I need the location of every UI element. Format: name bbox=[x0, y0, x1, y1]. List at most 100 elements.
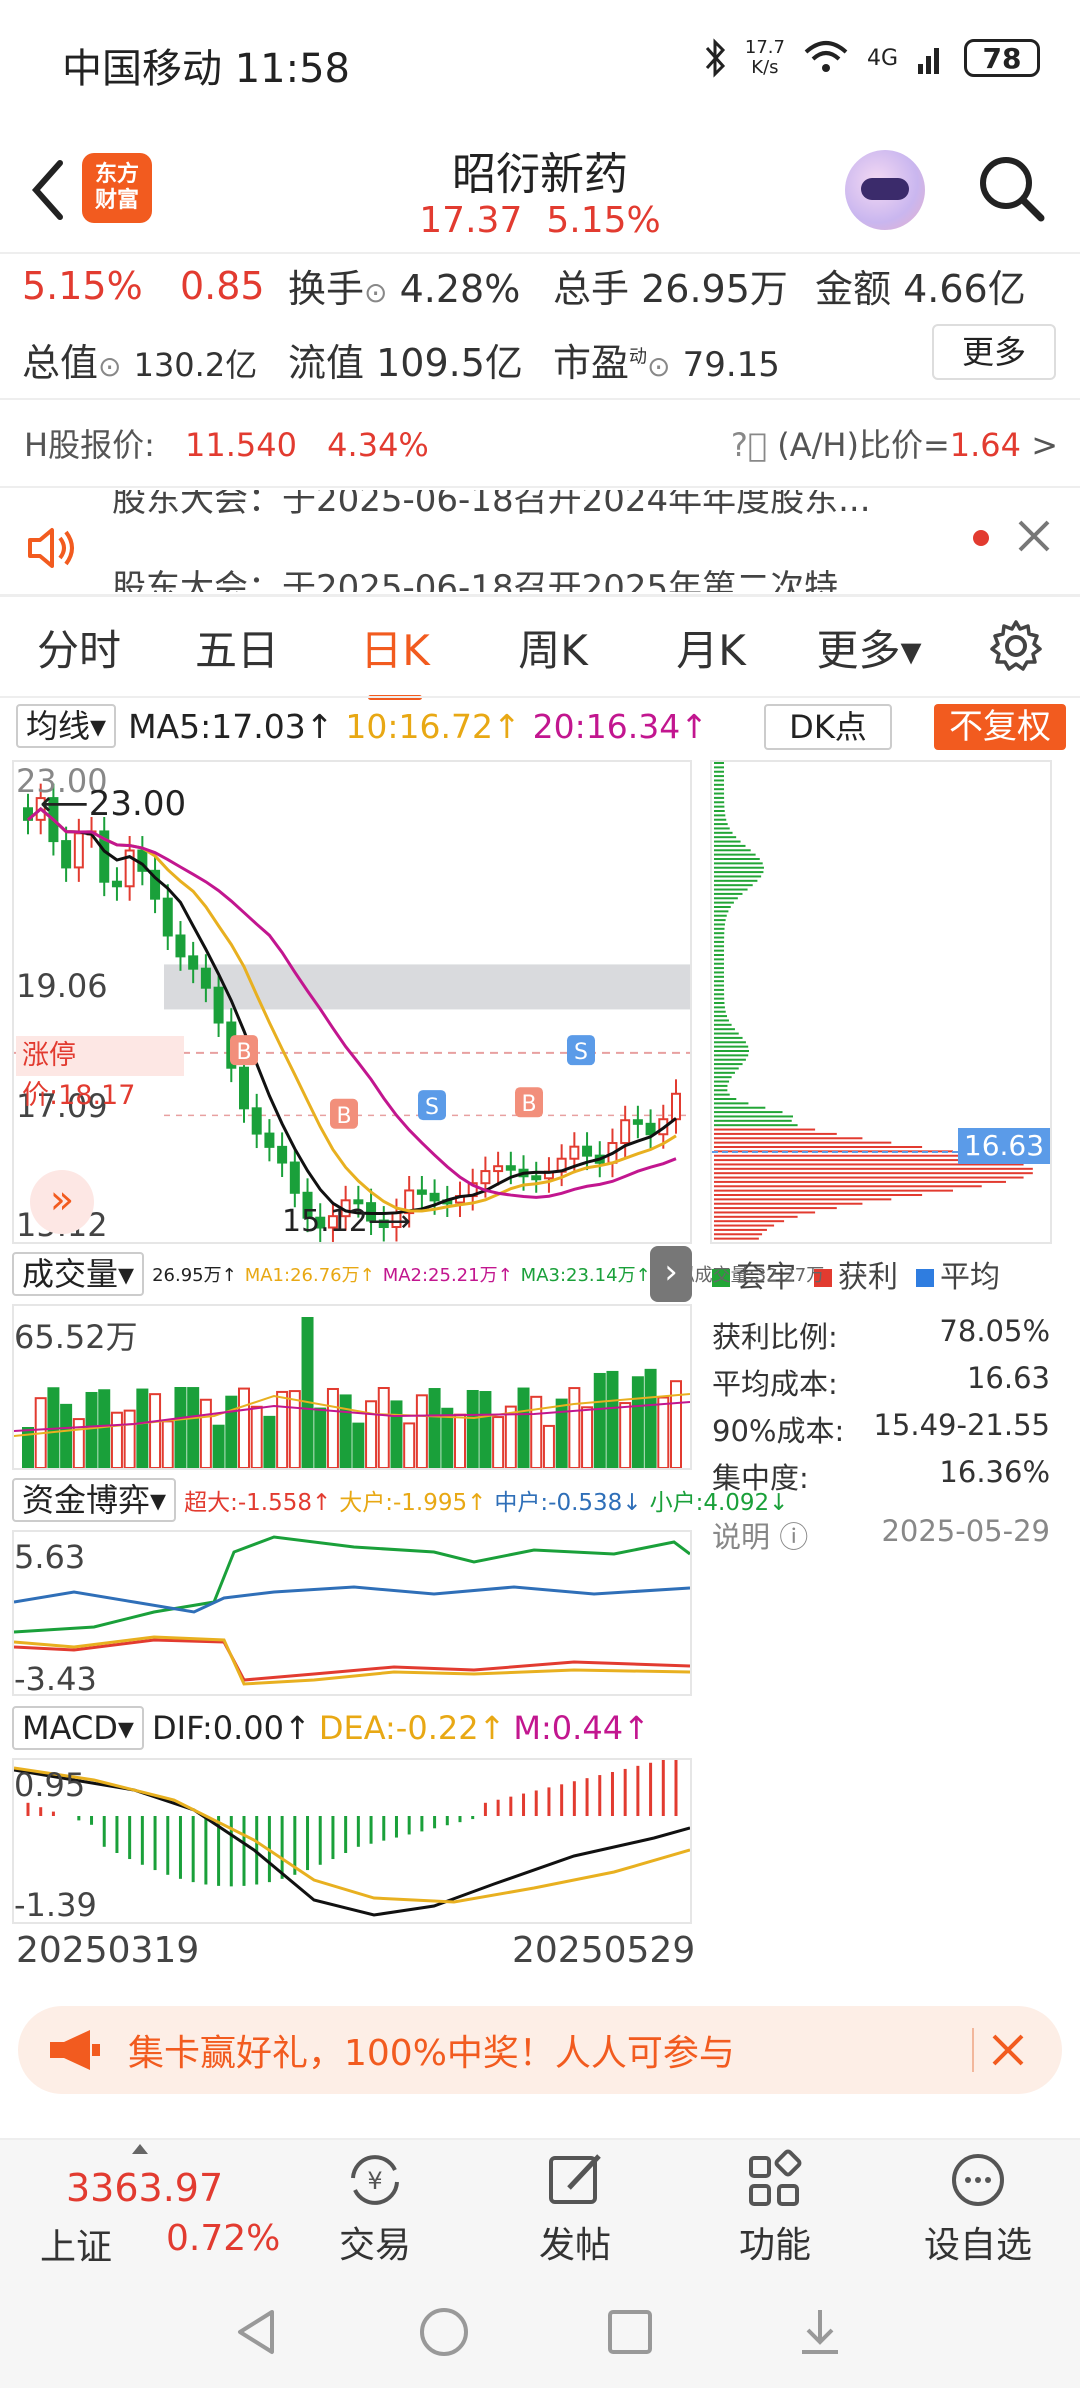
kline-panel[interactable]: B B S B S bbox=[12, 760, 692, 1244]
fund-panel[interactable] bbox=[12, 1530, 692, 1696]
candle-body bbox=[505, 1165, 516, 1171]
volume-bar bbox=[428, 1388, 441, 1469]
adjust-button[interactable]: 不复权 bbox=[934, 704, 1066, 750]
cost-bar bbox=[714, 940, 725, 943]
volume-bar bbox=[466, 1389, 479, 1469]
ah-ratio[interactable]: ?⃝ (A/H)比价=1.64 > bbox=[731, 420, 1058, 466]
volume-bar bbox=[187, 1387, 200, 1469]
cost-bar bbox=[714, 888, 748, 891]
volume-y-top: 65.52万 bbox=[14, 1318, 138, 1356]
cost-bar bbox=[714, 1137, 863, 1140]
robot-avatar[interactable] bbox=[845, 150, 925, 230]
cost-bar bbox=[714, 862, 763, 865]
nav-functions[interactable]: 功能 bbox=[705, 2148, 845, 2268]
candle-body bbox=[353, 1199, 364, 1205]
cost-bar bbox=[714, 770, 725, 773]
cost-bar bbox=[714, 1185, 982, 1188]
cost-distribution-panel[interactable] bbox=[710, 760, 1052, 1244]
nav-recents-icon[interactable] bbox=[606, 2308, 654, 2356]
cost-bar bbox=[714, 858, 760, 860]
volume-select[interactable]: 成交量▾ bbox=[12, 1252, 145, 1296]
volume-bar bbox=[174, 1387, 187, 1469]
nav-add-watchlist[interactable]: 设自选 bbox=[908, 2148, 1048, 2268]
promo-close-icon[interactable] bbox=[990, 2032, 1026, 2068]
grid-icon bbox=[749, 2149, 802, 2206]
cost-bar bbox=[714, 897, 738, 900]
notice-divider bbox=[0, 594, 1080, 597]
volume-bar bbox=[110, 1411, 123, 1469]
candle-body bbox=[264, 1132, 275, 1148]
gear-icon[interactable] bbox=[988, 618, 1044, 674]
tab-timeshare[interactable]: 分时 bbox=[0, 617, 158, 678]
hshare-row[interactable]: H股报价: 11.540 4.34% bbox=[24, 420, 429, 466]
promo-banner[interactable]: 集卡赢好礼，100%中奖！人人可参与 bbox=[18, 2006, 1062, 2094]
volume-bar bbox=[479, 1391, 492, 1469]
cost-bar bbox=[714, 997, 725, 1000]
cost-bar bbox=[714, 1080, 730, 1083]
hshare-divider bbox=[0, 486, 1080, 488]
cost-bar bbox=[714, 1089, 728, 1092]
volume-bar bbox=[288, 1390, 301, 1469]
cost-bar bbox=[714, 844, 746, 847]
tab-weekly-k[interactable]: 周K bbox=[474, 617, 632, 678]
chevron-right-icon[interactable]: › bbox=[650, 1246, 692, 1302]
nav-trade[interactable]: ¥ 交易 bbox=[305, 2148, 445, 2268]
macd-panel[interactable] bbox=[12, 1756, 692, 1924]
header-divider bbox=[0, 252, 1080, 254]
quote-turnover: 换手⊙ 4.28% bbox=[288, 267, 521, 311]
volume-bar bbox=[98, 1389, 111, 1469]
notice-text: 股东大会：于2025-06-18召开2025年第二次特 bbox=[112, 568, 839, 592]
expand-side-button[interactable]: » bbox=[30, 1170, 94, 1234]
notice-ticker[interactable]: 股东大会：于2025-06-18召开2024年年度股东... 股东大会：于202… bbox=[0, 490, 1080, 592]
macd-y-top: 0.95 bbox=[14, 1766, 86, 1804]
cost-bar bbox=[714, 919, 726, 922]
dk-points-button[interactable]: DK点 bbox=[764, 704, 892, 750]
volume-bar bbox=[619, 1402, 632, 1469]
search-icon[interactable] bbox=[975, 152, 1047, 224]
cost-bar bbox=[714, 967, 725, 970]
cost-bar bbox=[714, 1189, 953, 1192]
nav-home-icon[interactable] bbox=[418, 2306, 470, 2358]
cost-bar bbox=[714, 1063, 743, 1066]
index-pct[interactable]: 0.72% bbox=[166, 2218, 280, 2259]
cost-bar bbox=[714, 775, 725, 778]
nav-post[interactable]: 发帖 bbox=[505, 2148, 645, 2268]
tab-five-day[interactable]: 五日 bbox=[158, 617, 316, 678]
nav-pull-down-icon[interactable] bbox=[796, 2306, 844, 2358]
cost-bar bbox=[714, 901, 734, 904]
cost-bar bbox=[714, 1146, 923, 1148]
ma-select[interactable]: 均线▾ bbox=[16, 704, 117, 748]
tab-monthly-k[interactable]: 月K bbox=[632, 617, 790, 678]
cost-bar bbox=[714, 1224, 775, 1227]
status-carrier-time: 中国移动 11:58 bbox=[62, 46, 350, 92]
candle-body bbox=[188, 955, 199, 970]
cost-bar bbox=[714, 923, 725, 926]
tab-daily-k[interactable]: 日K bbox=[316, 617, 474, 700]
battery-indicator: 78 bbox=[964, 39, 1040, 77]
nav-back-icon[interactable] bbox=[232, 2306, 280, 2358]
cost-bar bbox=[714, 1194, 923, 1196]
index-value[interactable]: 3363.97 bbox=[66, 2166, 223, 2210]
cost-bar bbox=[714, 1006, 725, 1009]
help-icon: ?⃝ bbox=[730, 426, 768, 464]
quote-more-button[interactable]: 更多 bbox=[932, 324, 1056, 380]
status-icons: 17.7 K/s 4G 78 bbox=[703, 38, 1040, 78]
candle-body bbox=[239, 1066, 249, 1110]
tab-more[interactable]: 更多▾ bbox=[790, 617, 948, 678]
cost-bar bbox=[714, 1237, 759, 1240]
macd-select[interactable]: MACD▾ bbox=[12, 1706, 144, 1750]
candle-body bbox=[251, 1107, 262, 1135]
fund-select[interactable]: 资金博弈▾ bbox=[12, 1478, 177, 1522]
notice-close-icon[interactable] bbox=[1016, 518, 1052, 554]
chevron-up-icon[interactable] bbox=[132, 2144, 148, 2154]
cost-bar bbox=[714, 1141, 892, 1144]
candle-body bbox=[213, 986, 224, 1024]
index-name[interactable]: 上证 bbox=[40, 2218, 112, 2270]
cost-bar bbox=[714, 827, 730, 830]
volume-header: 成交量▾ 26.95万↑ MA1:26.76万↑ MA2:25.21万↑ MA3… bbox=[12, 1252, 824, 1296]
cost-bar bbox=[714, 1093, 730, 1096]
volume-bar bbox=[326, 1387, 339, 1469]
cost-bar bbox=[714, 1176, 1024, 1179]
cost-bar bbox=[714, 1010, 726, 1013]
cost-bar bbox=[714, 831, 733, 834]
